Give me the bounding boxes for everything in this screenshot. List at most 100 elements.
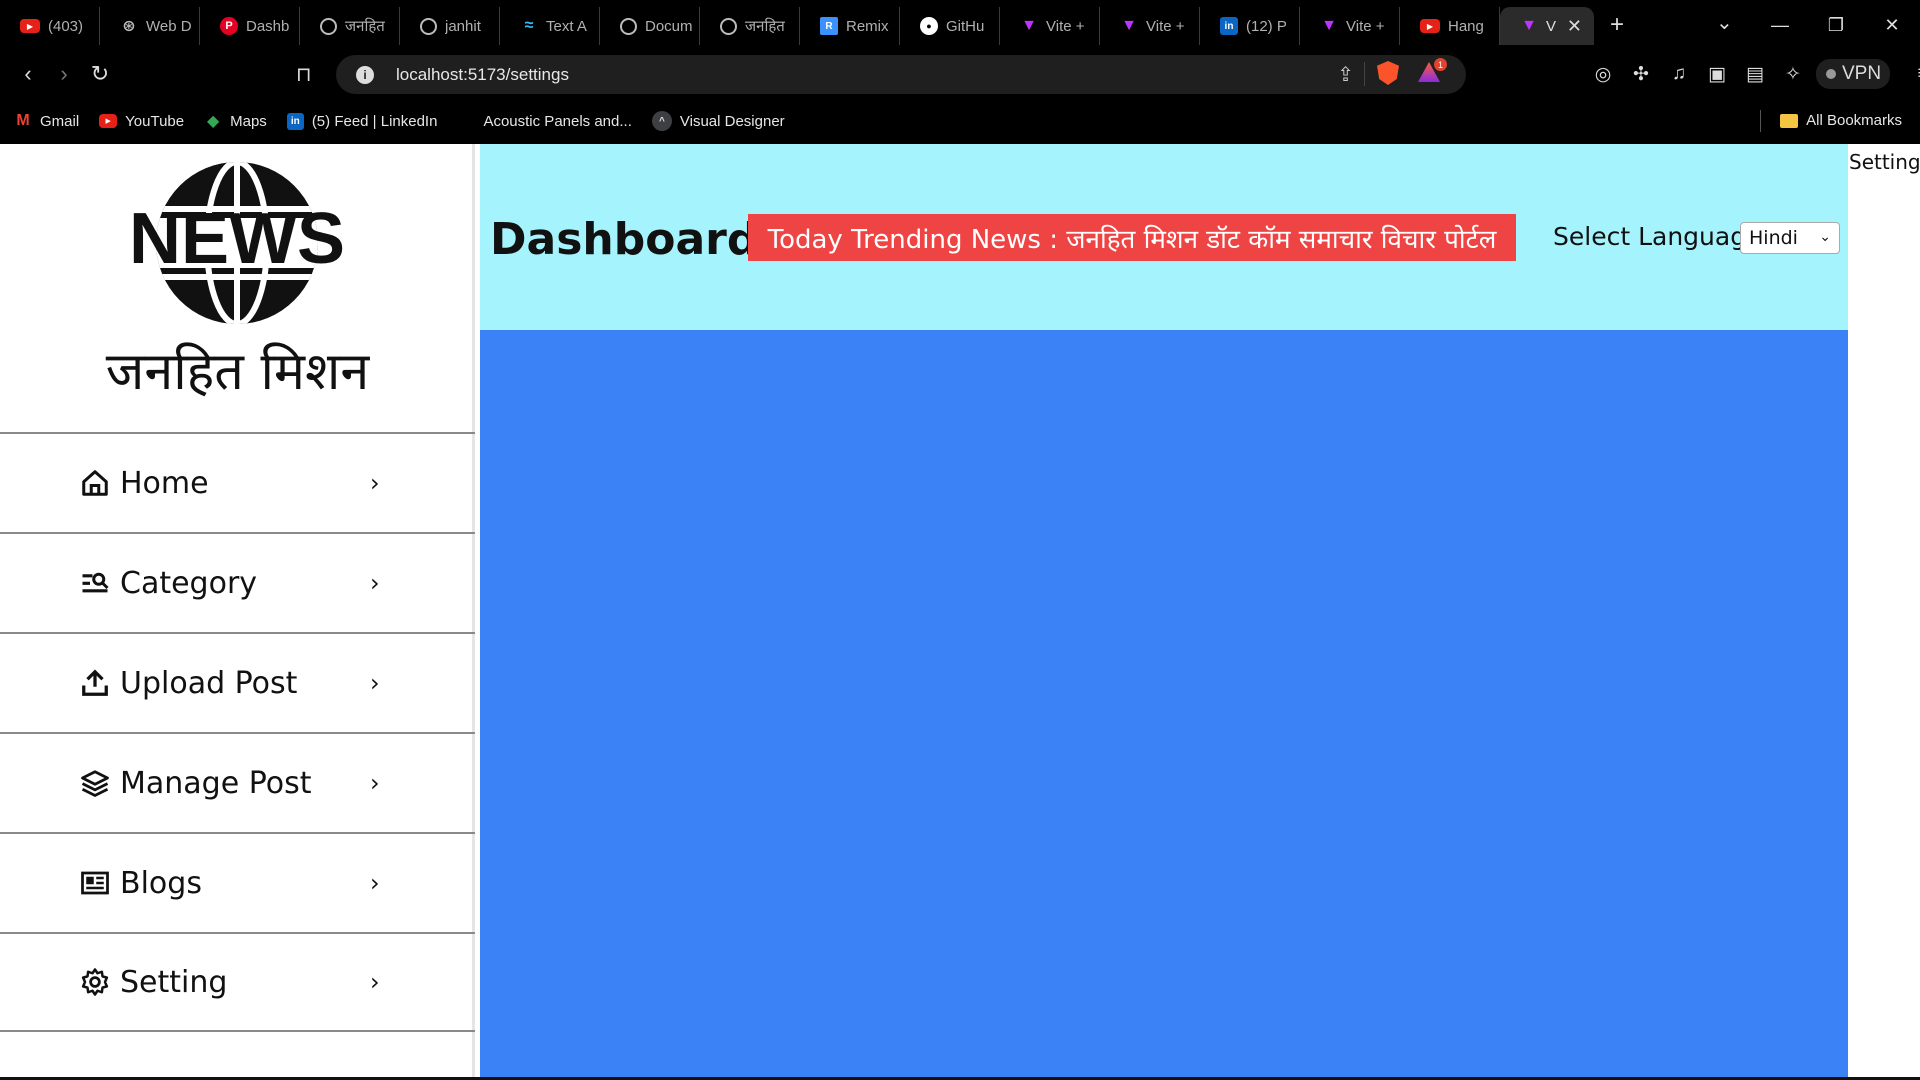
tab-search-chevron-icon[interactable]: ⌄: [1716, 10, 1733, 35]
tab-title: Hang: [1448, 17, 1484, 35]
browser-tab[interactable]: ▶ Hang: [1400, 7, 1500, 45]
youtube-icon: ▶: [20, 19, 40, 33]
wallet-icon[interactable]: ▤: [1736, 63, 1774, 86]
logo-word: NEWS: [129, 199, 345, 279]
bookmark-youtube[interactable]: ▶ YouTube: [99, 113, 184, 130]
tailwind-icon: ≈: [524, 17, 534, 34]
tab-title: Web D: [146, 17, 192, 35]
menu-icon[interactable]: ≡: [1904, 63, 1920, 85]
browser-tab[interactable]: R Remix: [800, 7, 900, 45]
browser-tab[interactable]: ▼ Vite +: [1300, 7, 1400, 45]
browser-tab[interactable]: ▼ Vite +: [1100, 7, 1200, 45]
ai-icon[interactable]: ✧: [1774, 63, 1812, 86]
bookmark-linkedin[interactable]: in (5) Feed | LinkedIn: [286, 112, 438, 130]
browser-tab[interactable]: ● GitHu: [900, 7, 1000, 45]
restore-icon[interactable]: ❐: [1808, 15, 1864, 36]
sidebar-item-label: Blogs: [120, 865, 202, 901]
vite-icon: ▼: [1321, 17, 1337, 34]
news-logo[interactable]: NEWS जनहित मिशन: [0, 144, 475, 432]
language-select[interactable]: Hindi ⌄: [1740, 222, 1840, 254]
sidebar-item-label: Home: [120, 465, 209, 501]
tab-title: V: [1546, 17, 1557, 35]
bookmark-page-icon[interactable]: ⊓: [296, 62, 312, 87]
sidebar-item-manage-post[interactable]: Manage Post ›: [0, 732, 475, 832]
home-icon: [82, 470, 108, 496]
maps-icon: ◆: [206, 113, 220, 130]
bookmark-maps[interactable]: ◆ Maps: [204, 113, 267, 131]
sidebar-item-label: Upload Post: [120, 665, 298, 701]
tab-title: Text A: [546, 17, 587, 35]
vpn-label: VPN: [1842, 63, 1882, 84]
forward-icon[interactable]: ›: [46, 61, 82, 87]
reload-icon[interactable]: ↻: [82, 61, 118, 87]
upload-icon: [82, 669, 108, 696]
sidebar-item-setting[interactable]: Setting ›: [0, 932, 475, 1032]
all-bookmarks-button[interactable]: All Bookmarks: [1780, 112, 1902, 129]
bookmark-gmail[interactable]: M Gmail: [14, 112, 79, 130]
linkedin-icon: in: [1220, 17, 1238, 35]
main-area: Dashboard Today Trending News : जनहित मि…: [480, 144, 1848, 1080]
vite-icon: ▼: [1121, 17, 1137, 34]
dashboard-header: Dashboard Today Trending News : जनहित मि…: [480, 144, 1848, 330]
divider: [1364, 62, 1365, 86]
browser-tab[interactable]: ≈ Text A: [500, 7, 600, 45]
window-controls: — ❐ ✕: [1752, 0, 1920, 50]
pinterest-icon: P: [220, 17, 238, 35]
tab-title: Dashb: [246, 17, 290, 35]
browser-tab[interactable]: ▶ (403): [0, 7, 100, 45]
browser-tab[interactable]: in (12) P: [1200, 7, 1300, 45]
browser-tab[interactable]: जनहित: [300, 7, 400, 45]
browser-tab[interactable]: P Dashb: [200, 7, 300, 45]
share-icon[interactable]: ⇪: [1337, 62, 1354, 87]
browser-tab-active[interactable]: ▼ V ✕: [1500, 7, 1594, 45]
category-icon: [82, 572, 109, 593]
youtube-icon: ▶: [1420, 19, 1440, 33]
minimize-icon[interactable]: —: [1752, 15, 1808, 36]
browser-tab[interactable]: ▼ Vite +: [1000, 7, 1100, 45]
bookmark-label: YouTube: [125, 112, 185, 130]
content-area: [480, 330, 1848, 1080]
folder-icon: [1780, 113, 1799, 128]
bookmark-label: Acoustic Panels and...: [483, 112, 632, 130]
browser-tab[interactable]: जनहित: [700, 7, 800, 45]
chevron-down-icon: ⌄: [1819, 229, 1831, 245]
chevron-right-icon: ›: [370, 469, 380, 497]
extensions-icon[interactable]: ✣: [1622, 63, 1660, 86]
tab-title: GitHu: [946, 17, 985, 35]
sidebar-menu: Home › Category › Upload Post › Manage P…: [0, 432, 475, 1032]
address-bar[interactable]: i localhost:5173/settings ⇪: [336, 55, 1466, 94]
bookmark-visual-designer[interactable]: ^ Visual Designer: [651, 111, 785, 131]
vpn-button[interactable]: VPN: [1816, 59, 1890, 89]
chevron-right-icon: ›: [370, 569, 380, 597]
linkedin-icon: in: [286, 112, 304, 130]
globe-icon: [320, 17, 337, 35]
close-tab-icon[interactable]: ✕: [1567, 16, 1582, 37]
tab-title: Vite +: [1146, 17, 1185, 35]
close-window-icon[interactable]: ✕: [1864, 15, 1920, 36]
bookmark-acoustic-panels[interactable]: Acoustic Panels and...: [483, 113, 631, 130]
bookmark-label: (5) Feed | LinkedIn: [311, 112, 438, 130]
sidebar-item-label: Category: [120, 565, 258, 601]
sidebar-toggle-icon[interactable]: ▣: [1698, 63, 1736, 86]
settings-text: Settings: [1849, 150, 1920, 174]
sidebar-item-upload-post[interactable]: Upload Post ›: [0, 632, 475, 732]
youtube-icon: ▶: [99, 114, 118, 128]
language-label: Select Language:: [1553, 222, 1770, 251]
media-icon[interactable]: ♫: [1660, 63, 1698, 85]
back-icon[interactable]: ‹: [10, 61, 46, 87]
layers-icon: [81, 770, 109, 798]
vite-icon: ▼: [1021, 17, 1037, 34]
sidebar-item-category[interactable]: Category ›: [0, 532, 475, 632]
url-text[interactable]: localhost:5173/settings: [396, 65, 569, 85]
sidebar-item-blogs[interactable]: Blogs ›: [0, 832, 475, 932]
browser-tab[interactable]: ⊛ Web D: [100, 7, 200, 45]
sidebar-item-label: Manage Post: [120, 765, 312, 801]
browser-tab[interactable]: Docum: [600, 7, 700, 45]
tab-title: Vite +: [1346, 17, 1385, 35]
trending-news-banner[interactable]: Today Trending News : जनहित मिशन डॉट कॉम…: [748, 214, 1516, 261]
browser-tab[interactable]: janhit: [400, 7, 500, 45]
new-tab-button[interactable]: +: [1610, 11, 1624, 39]
sidebar-item-home[interactable]: Home ›: [0, 432, 475, 532]
site-info-icon[interactable]: i: [356, 65, 374, 84]
leo-icon[interactable]: ◎: [1584, 63, 1622, 86]
